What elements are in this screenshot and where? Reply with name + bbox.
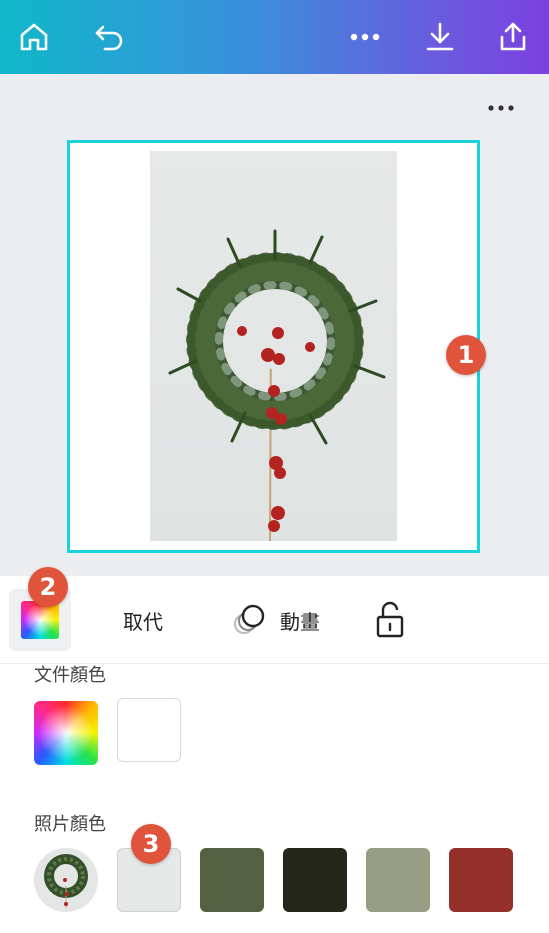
download-button[interactable]: [420, 17, 460, 57]
undo-button[interactable]: [89, 17, 129, 57]
home-icon: [20, 23, 48, 51]
wreath-thumbnail: [44, 854, 88, 908]
swatch-white[interactable]: [117, 698, 181, 762]
swatch-dark-green[interactable]: [283, 848, 347, 912]
animate-button[interactable]: [232, 602, 268, 638]
photo-colors-title: 照片顏色: [34, 814, 106, 834]
undo-icon: [95, 25, 123, 51]
photo-thumbnail[interactable]: [34, 848, 98, 912]
swatch-olive-green[interactable]: [200, 848, 264, 912]
design-page[interactable]: [67, 140, 480, 553]
canvas-area: 1: [0, 74, 549, 576]
color-palette-icon: [21, 601, 59, 639]
page-more-button[interactable]: [481, 98, 521, 118]
share-icon: [500, 22, 526, 51]
share-button[interactable]: [493, 17, 533, 57]
element-toolbar: 取代 動畫: [0, 576, 549, 664]
unlock-icon: [376, 601, 404, 638]
document-colors-title: 文件顏色: [34, 665, 106, 685]
swatch-sage[interactable]: [366, 848, 430, 912]
step-badge-1: 1: [446, 335, 486, 375]
swatch-red[interactable]: [449, 848, 513, 912]
swatch-custom-color[interactable]: [34, 701, 98, 765]
animate-label[interactable]: 動畫: [280, 606, 320, 635]
more-icon: [350, 33, 380, 41]
step-badge-3: 3: [131, 824, 171, 864]
more-options-button[interactable]: [345, 17, 385, 57]
lock-button[interactable]: [374, 600, 406, 640]
download-icon: [426, 22, 454, 51]
top-bar: [0, 0, 549, 74]
step-badge-2: 2: [28, 567, 68, 607]
wreath-photo[interactable]: [150, 151, 397, 541]
replace-button[interactable]: 取代: [123, 606, 163, 635]
more-icon: [488, 105, 514, 111]
wreath-image: [168, 229, 386, 541]
animate-icon: [234, 604, 265, 634]
home-button[interactable]: [14, 17, 54, 57]
